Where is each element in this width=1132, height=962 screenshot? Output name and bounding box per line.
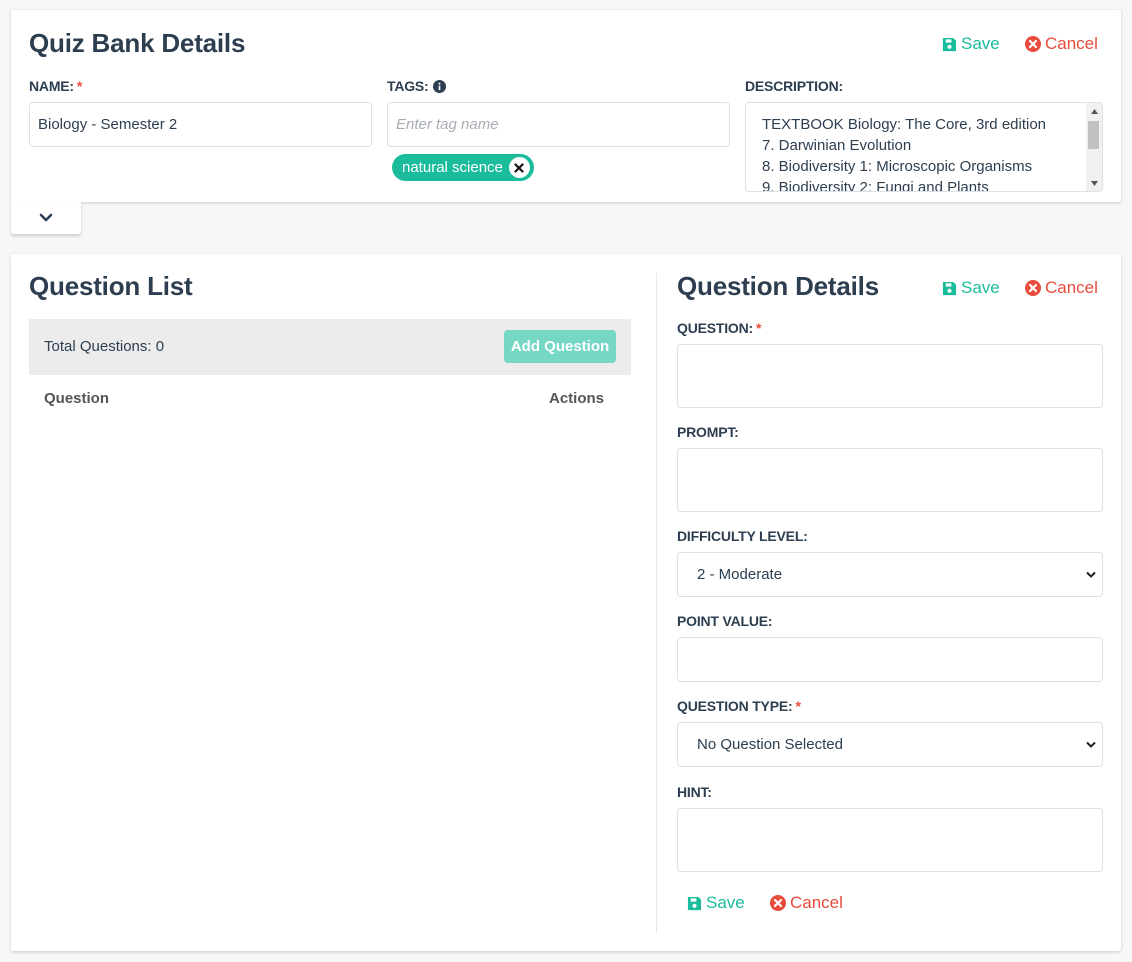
- close-circle-icon: [1025, 280, 1041, 296]
- question-list-title: Question List: [29, 271, 193, 301]
- chevron-down-icon: [1086, 741, 1096, 748]
- question-label-text: QUESTION:: [677, 320, 753, 336]
- difficulty-select[interactable]: 2 - Moderate: [677, 552, 1103, 597]
- details-save-button[interactable]: Save: [942, 278, 1000, 298]
- required-mark: *: [795, 698, 801, 714]
- bottom-cancel-button[interactable]: Cancel: [770, 893, 843, 913]
- column-divider: [656, 273, 657, 933]
- chevron-down-icon: [1086, 571, 1096, 578]
- scroll-down-icon[interactable]: [1089, 178, 1099, 188]
- tag-chip-label: natural science: [402, 159, 503, 176]
- description-label: DESCRIPTION:: [745, 78, 843, 94]
- question-details-title: Question Details: [677, 271, 879, 301]
- difficulty-label: DIFFICULTY LEVEL:: [677, 528, 808, 544]
- column-header-actions: Actions: [549, 390, 605, 407]
- total-questions: Total Questions: 0: [44, 338, 165, 355]
- prompt-label: PROMPT:: [677, 424, 739, 440]
- hint-label: HINT:: [677, 784, 712, 800]
- hint-input[interactable]: [677, 808, 1103, 872]
- required-mark: *: [76, 78, 83, 94]
- tags-input[interactable]: [387, 102, 730, 147]
- floppy-disk-icon: [687, 896, 702, 910]
- bottom-save-button[interactable]: Save: [687, 893, 745, 913]
- description-line: 9. Biodiversity 2: Fungi and Plants: [762, 179, 989, 192]
- question-type-label-text: QUESTION TYPE:: [677, 698, 793, 714]
- chevron-down-icon: [39, 213, 53, 222]
- required-mark: *: [755, 320, 762, 336]
- close-circle-icon: [770, 895, 786, 911]
- description-line: 7. Darwinian Evolution: [762, 137, 912, 154]
- save-label: Save: [961, 34, 1000, 53]
- name-label-text: NAME:: [29, 78, 74, 94]
- cancel-label: Cancel: [1045, 278, 1098, 297]
- floppy-disk-icon: [942, 281, 957, 295]
- save-label: Save: [706, 893, 745, 912]
- description-line: 8. Biodiversity 1: Microscopic Organisms: [762, 158, 1033, 175]
- floppy-disk-icon: [942, 37, 957, 51]
- add-question-button[interactable]: Add Question: [504, 330, 616, 363]
- cancel-label: Cancel: [790, 893, 843, 912]
- quiz-bank-title: Quiz Bank Details: [29, 28, 246, 58]
- collapse-toggle[interactable]: [11, 202, 81, 234]
- prompt-input[interactable]: [677, 448, 1103, 512]
- remove-tag-icon[interactable]: [508, 157, 530, 178]
- info-icon[interactable]: [432, 79, 446, 93]
- question-input[interactable]: [677, 344, 1103, 408]
- scroll-thumb[interactable]: [1088, 121, 1099, 149]
- difficulty-value: 2 - Moderate: [697, 566, 783, 583]
- details-cancel-button[interactable]: Cancel: [1025, 278, 1098, 298]
- tags-label-text: TAGS:: [387, 78, 429, 94]
- save-label: Save: [961, 278, 1000, 297]
- question-label: QUESTION: *: [677, 320, 761, 336]
- description-line: TEXTBOOK Biology: The Core, 3rd edition: [762, 116, 1047, 133]
- scroll-up-icon[interactable]: [1089, 106, 1099, 116]
- tag-chip: natural science: [392, 154, 534, 181]
- description-textarea[interactable]: TEXTBOOK Biology: The Core, 3rd edition …: [745, 102, 1103, 192]
- cancel-label: Cancel: [1045, 34, 1098, 53]
- quiz-bank-save-button[interactable]: Save: [942, 34, 1000, 54]
- quiz-bank-cancel-button[interactable]: Cancel: [1025, 34, 1098, 54]
- point-value-input[interactable]: [677, 637, 1103, 682]
- question-type-value: No Question Selected: [697, 736, 843, 753]
- question-type-select[interactable]: No Question Selected: [677, 722, 1103, 767]
- description-scrollbar[interactable]: [1086, 103, 1102, 191]
- question-list-toolbar: Total Questions: 0 Add Question: [29, 319, 631, 375]
- question-type-label: QUESTION TYPE: *: [677, 698, 801, 714]
- tags-label: TAGS:: [387, 78, 446, 94]
- column-header-question[interactable]: Question: [44, 390, 109, 407]
- point-value-label: POINT VALUE:: [677, 613, 773, 629]
- description-text: TEXTBOOK Biology: The Core, 3rd edition …: [762, 114, 1082, 192]
- close-circle-icon: [1025, 36, 1041, 52]
- name-label: NAME: *: [29, 78, 82, 94]
- name-input[interactable]: [29, 102, 372, 147]
